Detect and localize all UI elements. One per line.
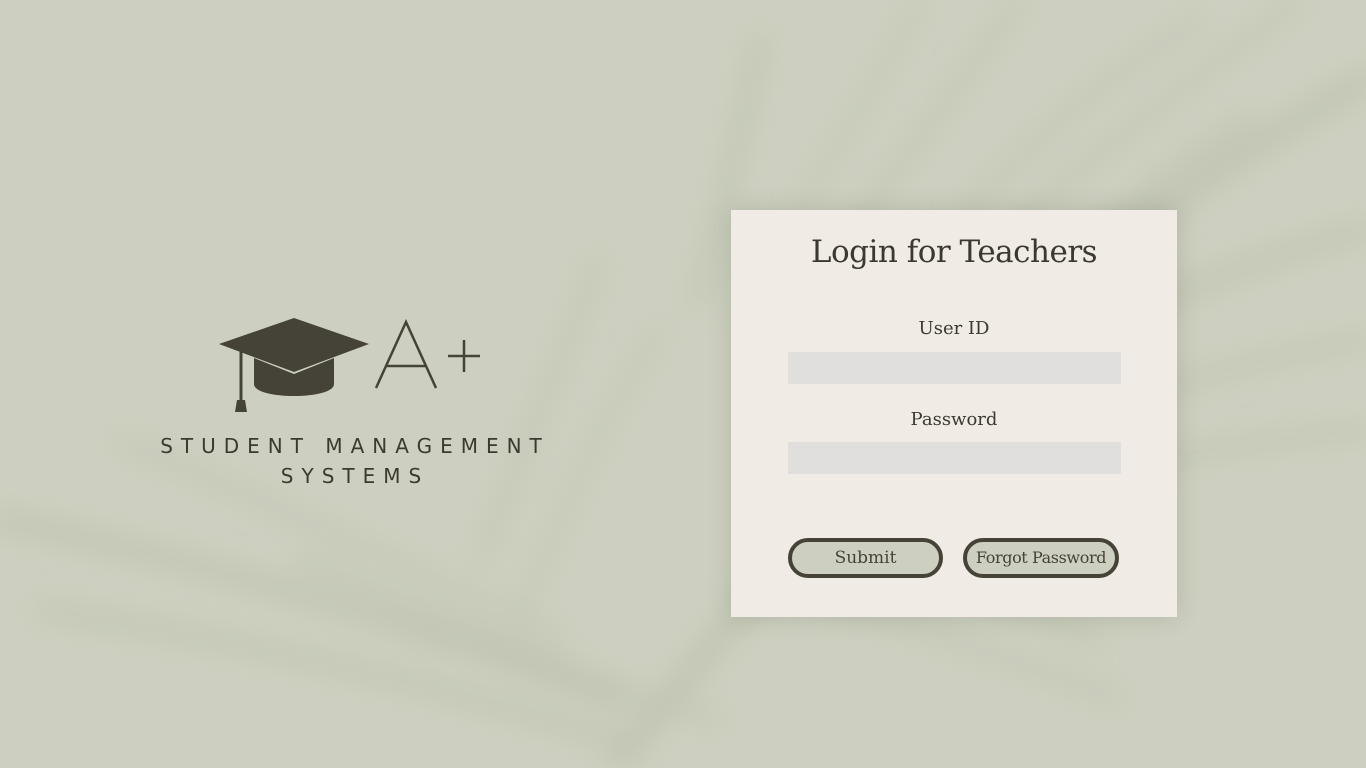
submit-button[interactable]: Submit	[788, 538, 943, 578]
brand-logo: STUDENT MANAGEMENT SYSTEMS	[150, 316, 560, 496]
password-input[interactable]	[788, 442, 1121, 474]
forgot-password-button[interactable]: Forgot Password	[963, 538, 1119, 578]
password-label: Password	[910, 409, 998, 430]
a-plus-mark	[374, 318, 480, 389]
login-card: Login for Teachers User ID Password Subm…	[731, 210, 1177, 617]
logo-mark-graphic	[219, 318, 480, 412]
brand-name-line1: STUDENT MANAGEMENT	[160, 434, 550, 458]
brand-name-line2: SYSTEMS	[280, 464, 430, 488]
login-title: Login for Teachers	[810, 234, 1098, 270]
graduation-cap-icon	[219, 318, 369, 412]
user-id-input[interactable]	[788, 352, 1121, 384]
user-id-label: User ID	[918, 318, 990, 339]
logo-mark	[216, 316, 496, 420]
